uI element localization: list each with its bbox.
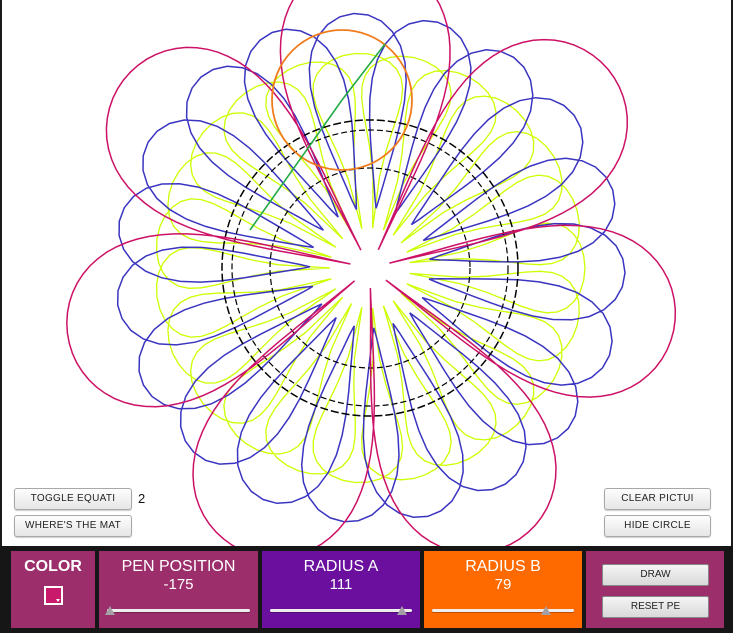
color-swatch-button[interactable] — [44, 586, 63, 605]
color-panel: COLOR — [11, 551, 95, 628]
color-dropdown-arrow-icon — [56, 599, 60, 602]
spirograph-drawing — [66, 0, 677, 546]
pen-position-panel: PEN POSITION -175 — [99, 551, 258, 628]
equation-number: 2 — [138, 491, 146, 506]
toggle-equation-button[interactable]: TOGGLE EQUATI — [14, 488, 132, 510]
radius-a-slider-thumb[interactable] — [397, 606, 408, 615]
pen-position-label: PEN POSITION — [121, 558, 236, 575]
hide-circles-button[interactable]: HIDE CIRCLE — [604, 515, 711, 537]
reset-pen-button[interactable]: RESET PE — [602, 596, 709, 618]
drawing-canvas[interactable]: TOGGLE EQUATI 2 WHERE'S THE MAT CLEAR PI… — [0, 0, 733, 546]
radius-b-slider-thumb[interactable] — [540, 606, 551, 615]
draw-button[interactable]: DRAW — [602, 564, 709, 586]
radius-b-label: RADIUS B — [465, 558, 541, 575]
radius-b-slider[interactable] — [432, 606, 574, 615]
pen-position-slider[interactable] — [104, 606, 250, 615]
radius-a-label: RADIUS A — [303, 558, 379, 575]
pen-arm-outer — [341, 43, 386, 101]
radius-a-value: 111 — [329, 576, 353, 593]
control-bar: COLOR PEN POSITION -175 RADIUS A 111 RAD… — [0, 546, 733, 633]
yellow-curve — [155, 52, 586, 484]
wheres-the-math-button[interactable]: WHERE'S THE MAT — [14, 515, 132, 537]
radius-a-panel: RADIUS A 111 — [262, 551, 420, 628]
color-label: COLOR — [24, 558, 82, 575]
pen-position-value: -175 — [163, 576, 194, 593]
actions-panel: DRAW RESET PE — [586, 551, 724, 628]
radius-a-slider[interactable] — [270, 606, 412, 615]
radius-b-value: 79 — [494, 576, 512, 593]
clear-picture-button[interactable]: CLEAR PICTUI — [604, 488, 711, 510]
radius-b-panel: RADIUS B 79 — [424, 551, 582, 628]
pen-position-slider-thumb[interactable] — [104, 606, 115, 615]
